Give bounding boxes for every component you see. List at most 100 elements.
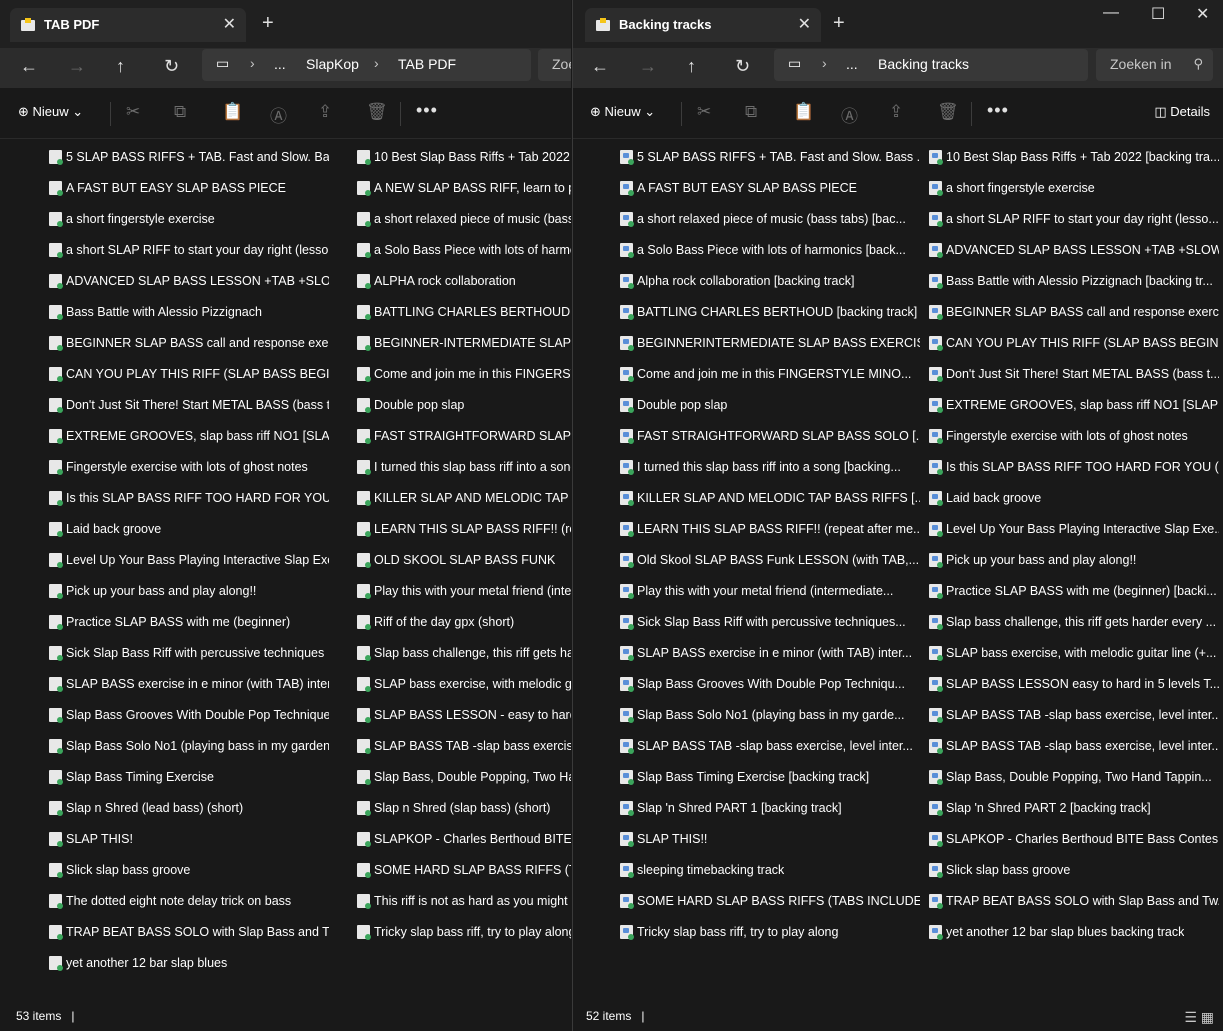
file-item[interactable]: KILLER SLAP AND MELODIC TAP BASS RIFFS […	[620, 482, 920, 513]
file-item[interactable]: Alpha rock collaboration [backing track]	[620, 265, 920, 296]
more-options-icon[interactable]: •••	[987, 100, 1009, 121]
file-item[interactable]: a short SLAP RIFF to start your day righ…	[49, 234, 329, 265]
file-item[interactable]: SLAP BASS exercise in e minor (with TAB)…	[620, 637, 920, 668]
file-item[interactable]: Fingerstyle exercise with lots of ghost …	[929, 420, 1219, 451]
file-item[interactable]: sleeping timebacking track	[620, 854, 920, 885]
file-item[interactable]: Practice SLAP BASS with me (beginner) [b…	[929, 575, 1219, 606]
file-item[interactable]: SLAP bass exercise, with melodic guitar …	[929, 637, 1219, 668]
file-item[interactable]: a short SLAP RIFF to start your day righ…	[929, 203, 1219, 234]
file-item[interactable]: SLAP bass exercise, with melodic guit	[357, 668, 571, 699]
file-item[interactable]: Slap Bass Solo No1 (playing bass in my g…	[49, 730, 329, 761]
file-item[interactable]: Tricky slap bass riff, try to play along	[620, 916, 920, 947]
back-arrow-icon[interactable]: ←	[591, 56, 609, 77]
file-item[interactable]: This riff is not as hard as you might th	[357, 885, 571, 916]
file-item[interactable]: 10 Best Slap Bass Riffs + Tab 2022	[357, 141, 571, 172]
file-item[interactable]: Bass Battle with Alessio Pizzignach	[49, 296, 329, 327]
file-item[interactable]: yet another 12 bar slap blues	[49, 947, 329, 978]
file-item[interactable]: SLAP BASS TAB -slap bass exercise, level…	[620, 730, 920, 761]
breadcrumb-backing-tracks[interactable]: Backing tracks	[878, 56, 969, 72]
file-item[interactable]: SLAP THIS!!	[620, 823, 920, 854]
file-item[interactable]: OLD SKOOL SLAP BASS FUNK	[357, 544, 571, 575]
copy-icon[interactable]: ⧉	[745, 102, 757, 122]
minimize-icon[interactable]: —	[1103, 4, 1119, 22]
file-item[interactable]: CAN YOU PLAY THIS RIFF (SLAP BASS BEGIN.…	[49, 358, 329, 389]
refresh-icon[interactable]: ↻	[164, 56, 179, 77]
paste-icon[interactable]: 📋	[222, 102, 243, 122]
new-tab-icon[interactable]: +	[833, 12, 845, 35]
rename-icon[interactable]: Ⓐ	[841, 102, 858, 127]
file-item[interactable]: Slap n Shred (slap bass) (short)	[357, 792, 571, 823]
file-item[interactable]: SLAP BASS LESSON easy to hard in 5 level…	[929, 668, 1219, 699]
file-item[interactable]: 5 SLAP BASS RIFFS + TAB. Fast and Slow. …	[620, 141, 920, 172]
file-item[interactable]: Slap 'n Shred PART 2 [backing track]	[929, 792, 1219, 823]
file-item[interactable]: Bass Battle with Alessio Pizzignach [bac…	[929, 265, 1219, 296]
file-item[interactable]: Play this with your metal friend (inter	[357, 575, 571, 606]
search-box[interactable]: Zoeken in	[538, 49, 571, 81]
new-button[interactable]: ⊕ Nieuw ⌄	[18, 104, 83, 120]
file-item[interactable]: Tricky slap bass riff, try to play along	[357, 916, 571, 947]
file-item[interactable]: CAN YOU PLAY THIS RIFF (SLAP BASS BEGIN.…	[929, 327, 1219, 358]
file-item[interactable]: ADVANCED SLAP BASS LESSON +TAB +SLOW	[49, 265, 329, 296]
file-item[interactable]: SLAP BASS TAB -slap bass exercise, level…	[929, 699, 1219, 730]
file-item[interactable]: Laid back groove	[929, 482, 1219, 513]
file-item[interactable]: Pick up your bass and play along!!	[49, 575, 329, 606]
file-item[interactable]: KILLER SLAP AND MELODIC TAP BAS	[357, 482, 571, 513]
file-item[interactable]: Slap Bass, Double Popping, Two Hand	[357, 761, 571, 792]
file-item[interactable]: SLAP BASS TAB -slap bass exercise, le	[357, 730, 571, 761]
file-item[interactable]: ADVANCED SLAP BASS LESSON +TAB +SLOW...	[929, 234, 1219, 265]
search-box[interactable]: Zoeken in ⚲	[1096, 49, 1213, 81]
file-item[interactable]: Riff of the day gpx (short)	[357, 606, 571, 637]
more-options-icon[interactable]: •••	[416, 100, 438, 121]
file-item[interactable]: Laid back groove	[49, 513, 329, 544]
file-item[interactable]: Level Up Your Bass Playing Interactive S…	[929, 513, 1219, 544]
breadcrumb-ellipsis[interactable]: ...	[846, 56, 858, 72]
back-arrow-icon[interactable]: ←	[20, 56, 38, 77]
file-item[interactable]: Slap bass challenge, this riff gets hard…	[929, 606, 1219, 637]
close-window-icon[interactable]: ✕	[1196, 4, 1209, 24]
paste-icon[interactable]: 📋	[793, 102, 814, 122]
file-item[interactable]: FAST STRAIGHTFORWARD SLAP BASS	[357, 420, 571, 451]
file-item[interactable]: Don't Just Sit There! Start METAL BASS (…	[49, 389, 329, 420]
file-item[interactable]: Old Skool SLAP BASS Funk LESSON (with TA…	[620, 544, 920, 575]
file-item[interactable]: SLAP BASS TAB -slap bass exercise, level…	[929, 730, 1219, 761]
file-item[interactable]: LEARN THIS SLAP BASS RIFF!! (repeat	[357, 513, 571, 544]
file-item[interactable]: Double pop slap	[357, 389, 571, 420]
file-item[interactable]: a Solo Bass Piece with lots of harmonics…	[620, 234, 920, 265]
file-item[interactable]: BATTLING CHARLES BERTHOUD [backing track…	[620, 296, 920, 327]
copy-icon[interactable]: ⧉	[174, 102, 186, 122]
file-item[interactable]: Slap Bass Timing Exercise	[49, 761, 329, 792]
file-item[interactable]: Is this SLAP BASS RIFF TOO HARD FOR YOU …	[49, 482, 329, 513]
cut-icon[interactable]: ✂	[126, 102, 140, 122]
file-item[interactable]: BEGINNER SLAP BASS call and response exe…	[49, 327, 329, 358]
forward-arrow-icon[interactable]: →	[639, 56, 657, 77]
file-item[interactable]: Slap Bass, Double Popping, Two Hand Tapp…	[929, 761, 1219, 792]
file-item[interactable]: A NEW SLAP BASS RIFF, learn to play	[357, 172, 571, 203]
file-item[interactable]: Practice SLAP BASS with me (beginner)	[49, 606, 329, 637]
file-item[interactable]: A FAST BUT EASY SLAP BASS PIECE	[620, 172, 920, 203]
view-toggle-icons[interactable]: ☰ ▦	[1184, 1009, 1214, 1026]
file-item[interactable]: Level Up Your Bass Playing Interactive S…	[49, 544, 329, 575]
breadcrumb-ellipsis[interactable]: ...	[274, 56, 286, 72]
file-item[interactable]: EXTREME GROOVES, slap bass riff NO1 [SLA…	[49, 420, 329, 451]
rename-icon[interactable]: Ⓐ	[270, 102, 287, 127]
share-icon[interactable]: ⇪	[889, 102, 903, 122]
file-item[interactable]: Slick slap bass groove	[929, 854, 1219, 885]
close-tab-icon[interactable]: ✕	[223, 14, 236, 34]
file-item[interactable]: 10 Best Slap Bass Riffs + Tab 2022 [back…	[929, 141, 1219, 172]
file-item[interactable]: Pick up your bass and play along!!	[929, 544, 1219, 575]
file-item[interactable]: FAST STRAIGHTFORWARD SLAP BASS SOLO [...	[620, 420, 920, 451]
file-item[interactable]: Slap 'n Shred PART 1 [backing track]	[620, 792, 920, 823]
file-item[interactable]: Slap Bass Grooves With Double Pop Techni…	[49, 699, 329, 730]
address-bar[interactable]: ▭ › ... Backing tracks	[774, 49, 1088, 81]
new-button[interactable]: ⊕ Nieuw ⌄	[590, 104, 655, 120]
file-item[interactable]: SLAP BASS exercise in e minor (with TAB)…	[49, 668, 329, 699]
close-tab-icon[interactable]: ✕	[798, 14, 811, 34]
file-item[interactable]: Play this with your metal friend (interm…	[620, 575, 920, 606]
breadcrumb-slapkop[interactable]: SlapKop	[306, 56, 359, 72]
file-item[interactable]: SLAP THIS!	[49, 823, 329, 854]
file-item[interactable]: SLAP BASS LESSON - easy to hard in 5	[357, 699, 571, 730]
delete-icon[interactable]: 🗑	[366, 102, 388, 122]
file-item[interactable]: a short fingerstyle exercise	[929, 172, 1219, 203]
file-item[interactable]: a short relaxed piece of music (bass ta	[357, 203, 571, 234]
cut-icon[interactable]: ✂	[697, 102, 711, 122]
